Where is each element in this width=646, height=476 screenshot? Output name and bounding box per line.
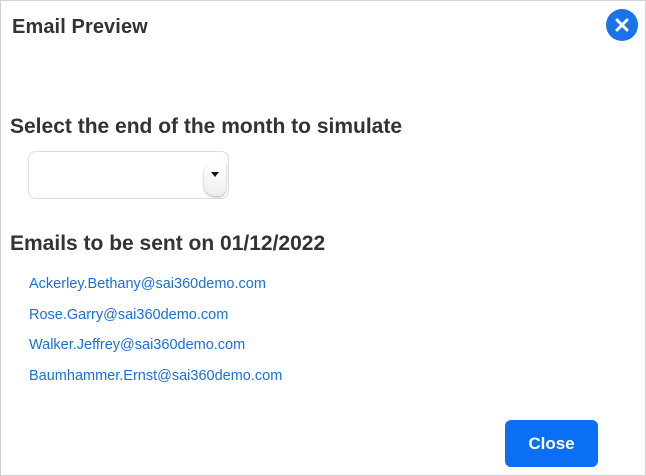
email-preview-dialog: Email Preview Select the end of the mont…: [0, 0, 646, 476]
email-list: Ackerley.Bethany@sai360demo.com Rose.Gar…: [29, 275, 282, 397]
list-item: Walker.Jeffrey@sai360demo.com: [29, 336, 282, 367]
dropdown-toggle[interactable]: [204, 162, 226, 196]
month-select-label: Select the end of the month to simulate: [10, 115, 403, 138]
month-select[interactable]: [28, 151, 229, 199]
email-link[interactable]: Walker.Jeffrey@sai360demo.com: [29, 337, 245, 353]
close-circle-icon: [615, 18, 629, 32]
close-dialog-button[interactable]: [606, 9, 638, 41]
list-item: Ackerley.Bethany@sai360demo.com: [29, 275, 282, 306]
close-button[interactable]: Close: [505, 420, 598, 467]
list-item: Baumhammer.Ernst@sai360demo.com: [29, 367, 282, 398]
email-link[interactable]: Rose.Garry@sai360demo.com: [29, 307, 228, 323]
email-link[interactable]: Baumhammer.Ernst@sai360demo.com: [29, 368, 282, 384]
dialog-title: Email Preview: [12, 16, 148, 38]
chevron-down-icon: [211, 172, 219, 177]
list-item: Rose.Garry@sai360demo.com: [29, 306, 282, 337]
email-link[interactable]: Ackerley.Bethany@sai360demo.com: [29, 276, 266, 292]
emails-heading: Emails to be sent on 01/12/2022: [10, 232, 326, 255]
